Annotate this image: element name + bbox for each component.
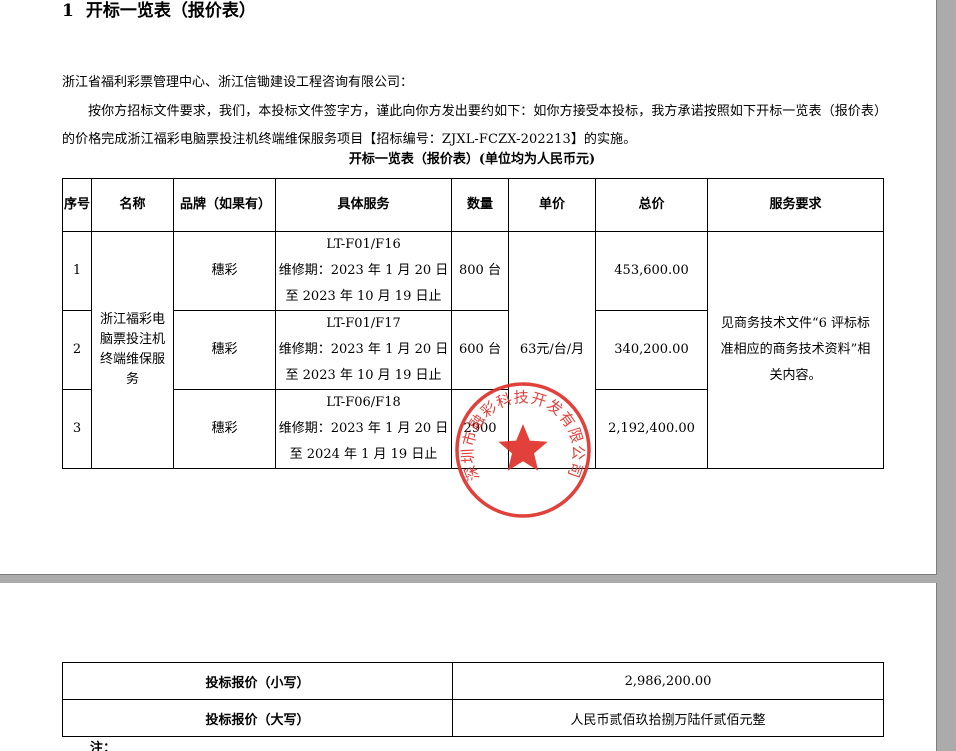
header-qty: 数量 — [451, 178, 509, 232]
price-value: 人民币贰佰玖拾捌万陆仟贰佰元整 — [452, 699, 884, 737]
row-qty: 600 台 — [451, 310, 509, 390]
row-brand: 穗彩 — [173, 389, 276, 469]
header-unit-price: 单价 — [508, 178, 596, 232]
section-heading: 1 开标一览表（报价表） — [62, 0, 256, 22]
service-requirement-cell: 见商务技术文件“6 评标标准相应的商务技术资料”相关内容。 — [707, 231, 884, 469]
row-period-start: 维修期：2023 年 1 月 20 日 — [278, 263, 449, 278]
row-total: 2,192,400.00 — [595, 389, 708, 469]
row-model: LT-F01/F17 — [326, 316, 401, 331]
row-period-start: 维修期：2023 年 1 月 20 日 — [278, 421, 449, 436]
letter-addressee: 浙江省福利彩票管理中心、浙江信锄建设工程咨询有限公司： — [62, 75, 414, 90]
viewer-gutter — [937, 0, 956, 751]
header-service: 具体服务 — [275, 178, 452, 232]
row-period-start: 维修期：2023 年 1 月 20 日 — [278, 342, 449, 357]
row-qty: 800 台 — [451, 231, 509, 311]
row-no: 3 — [62, 389, 92, 469]
row-period-end: 至 2023 年 10 月 19 日止 — [285, 368, 442, 383]
header-name: 名称 — [91, 178, 174, 232]
section-number: 1 — [62, 1, 74, 21]
row-brand: 穗彩 — [173, 310, 276, 390]
header-requirement: 服务要求 — [707, 178, 884, 232]
unit-price-cell: 63元/台/月 — [508, 231, 596, 469]
row-no: 2 — [62, 310, 92, 390]
table-row: 投标报价（大写） 人民币贰佰玖拾捌万陆仟贰佰元整 — [62, 699, 884, 737]
table-row: 1 浙江福彩电脑票投注机终端维保服务 穗彩 LT-F01/F16 维修期：202… — [62, 231, 884, 469]
section-title: 开标一览表（报价表） — [85, 1, 256, 21]
document-page-2: 投标报价（小写） 2,986,200.00 投标报价（大写） 人民币贰佰玖拾捌万… — [0, 583, 937, 751]
header-total: 总价 — [595, 178, 708, 232]
row-total: 453,600.00 — [595, 231, 708, 311]
price-label: 投标报价（大写） — [62, 699, 453, 737]
price-label: 投标报价（小写） — [62, 662, 453, 700]
row-model: LT-F06/F18 — [326, 395, 401, 410]
header-no: 序号 — [62, 178, 92, 232]
row-service: LT-F06/F18 维修期：2023 年 1 月 20 日 至 2024 年 … — [275, 389, 452, 469]
row-no: 1 — [62, 231, 92, 311]
row-service: LT-F01/F16 维修期：2023 年 1 月 20 日 至 2023 年 … — [275, 231, 452, 311]
row-period-end: 至 2024 年 1 月 19 日止 — [289, 447, 438, 462]
price-value: 2,986,200.00 — [452, 662, 884, 700]
row-qty: 2900 — [451, 389, 509, 469]
service-name-cell: 浙江福彩电脑票投注机终端维保服务 — [91, 231, 174, 469]
header-brand: 品牌（如果有） — [173, 178, 276, 232]
letter-body: 按你方招标文件要求，我们，本投标文件签字方，谨此向你方发出要约如下：如你方接受本… — [62, 104, 881, 147]
row-period-end: 至 2023 年 10 月 19 日止 — [285, 289, 442, 304]
note-label: 注： — [90, 741, 117, 751]
table-header-row: 序号 名称 品牌（如果有） 具体服务 数量 单价 总价 服务要求 — [62, 178, 884, 232]
row-brand: 穗彩 — [173, 231, 276, 311]
table-row: 投标报价（小写） 2,986,200.00 — [62, 662, 884, 700]
document-page-1: 1 开标一览表（报价表） 浙江省福利彩票管理中心、浙江信锄建设工程咨询有限公司： … — [0, 0, 937, 575]
row-model: LT-F01/F16 — [326, 237, 401, 252]
table-caption: 开标一览表（报价表）(单位均为人民币元) — [348, 152, 596, 167]
bid-summary-table: 序号 名称 品牌（如果有） 具体服务 数量 单价 总价 服务要求 1 浙江福彩电… — [62, 178, 884, 469]
row-total: 340,200.00 — [595, 310, 708, 390]
row-service: LT-F01/F17 维修期：2023 年 1 月 20 日 至 2023 年 … — [275, 310, 452, 390]
bid-price-table: 投标报价（小写） 2,986,200.00 投标报价（大写） 人民币贰佰玖拾捌万… — [62, 662, 884, 737]
